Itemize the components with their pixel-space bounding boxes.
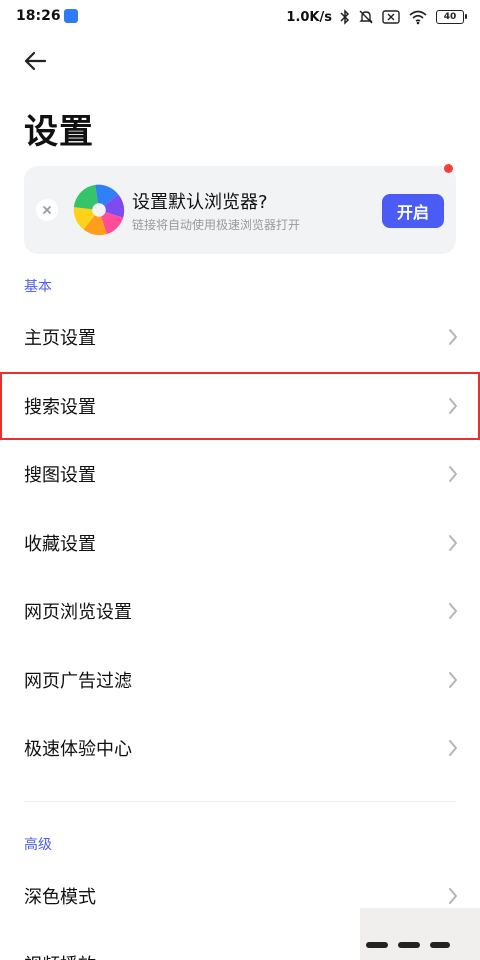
- network-speed: 1.0K/s: [286, 9, 332, 25]
- menu-item-homepage-settings[interactable]: 主页设置: [0, 303, 480, 371]
- section-divider: [24, 801, 456, 802]
- menu-item-image-search-settings[interactable]: 搜图设置: [0, 440, 480, 508]
- status-bar: 18:26 1.0K/s 40: [0, 0, 480, 34]
- promo-title: 设置默认浏览器?: [132, 192, 268, 213]
- chevron-right-icon: [449, 672, 457, 688]
- menu-item-label: 网页浏览设置: [24, 602, 132, 623]
- menu-item-label: 主页设置: [24, 328, 96, 349]
- bluetooth-icon: [340, 9, 350, 25]
- floating-overlay: [360, 908, 480, 960]
- close-icon: [43, 206, 51, 214]
- status-right-group: 1.0K/s 40: [286, 7, 467, 27]
- status-time: 18:26: [16, 8, 61, 24]
- chevron-right-icon: [449, 603, 457, 619]
- page-title: 设置: [24, 112, 94, 152]
- menu-item-experience-center[interactable]: 极速体验中心: [0, 714, 480, 782]
- chevron-right-icon: [449, 740, 457, 756]
- close-button[interactable]: [36, 199, 58, 221]
- chevron-right-icon: [449, 329, 457, 345]
- menu-item-ad-filter[interactable]: 网页广告过滤: [0, 646, 480, 714]
- chevron-right-icon: [449, 398, 457, 414]
- menu-item-label: 网页广告过滤: [24, 671, 132, 692]
- chevron-right-icon: [449, 888, 457, 904]
- menu-item-bookmark-settings[interactable]: 收藏设置: [0, 509, 480, 577]
- chevron-right-icon: [449, 535, 457, 551]
- chevron-right-icon: [449, 466, 457, 482]
- arrow-left-icon: [24, 51, 47, 71]
- battery-icon: 40: [436, 10, 467, 24]
- menu-item-browsing-settings[interactable]: 网页浏览设置: [0, 577, 480, 645]
- menu-item-label: 搜索设置: [24, 397, 96, 418]
- notification-dot: [444, 164, 453, 173]
- promo-subtitle: 链接将自动使用极速浏览器打开: [132, 218, 301, 232]
- menu-item-label: 搜图设置: [24, 465, 96, 486]
- wifi-icon: [409, 10, 427, 25]
- enable-button[interactable]: 开启: [382, 194, 444, 228]
- menu-item-label: 深色模式: [24, 887, 96, 908]
- default-browser-card: 设置默认浏览器? 链接将自动使用极速浏览器打开 开启: [24, 164, 456, 254]
- section-header-basic: 基本: [24, 279, 52, 295]
- browser-logo-icon: [73, 184, 125, 236]
- menu-item-label: 视频播放: [24, 930, 96, 960]
- back-button[interactable]: [18, 44, 52, 78]
- sim-off-icon: [382, 10, 400, 24]
- mute-icon: [359, 10, 373, 24]
- menu-item-label: 极速体验中心: [24, 739, 132, 760]
- menu-item-search-settings[interactable]: 搜索设置: [0, 372, 480, 440]
- section-header-advanced: 高级: [24, 837, 52, 853]
- menu-item-label: 收藏设置: [24, 534, 96, 555]
- app-notification-icon: [64, 9, 78, 23]
